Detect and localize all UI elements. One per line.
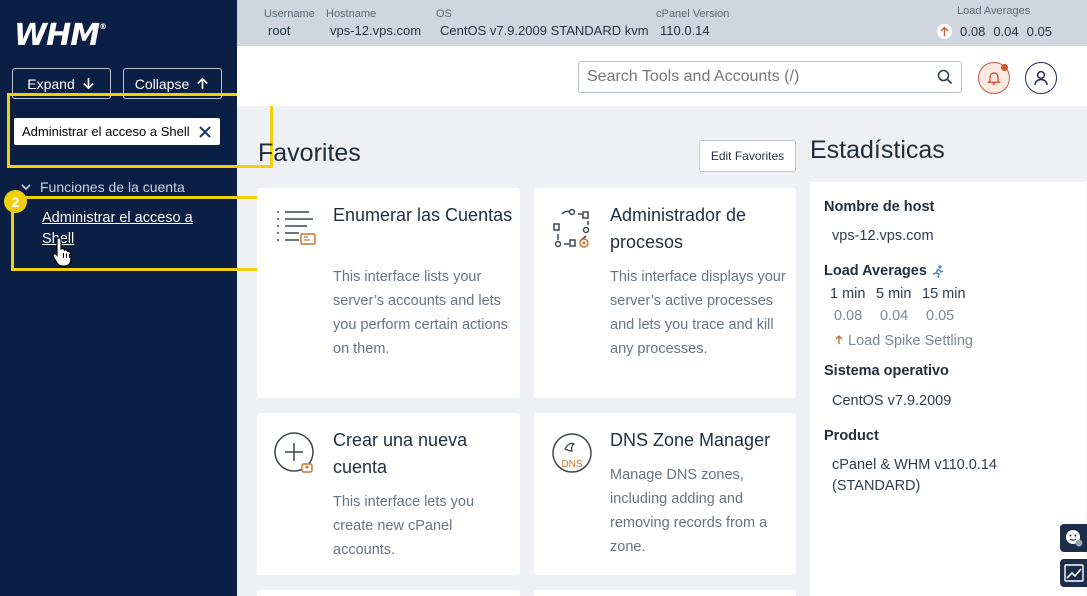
load-averages-table: 1 min 5 min 15 min 0.08 0.04 0.05 — [830, 286, 972, 324]
load-col-1min: 1 min — [830, 286, 866, 302]
notification-dot — [1001, 64, 1008, 71]
user-icon — [1034, 70, 1048, 86]
favorites-title: Favorites — [258, 139, 361, 167]
os-label: OS — [436, 8, 452, 20]
notifications-button[interactable] — [978, 62, 1010, 94]
sidebar: WHM® Expand Collapse Funciones de la cue… — [0, 0, 237, 596]
load-col-15min: 15 min — [922, 286, 966, 302]
list-accounts-icon — [277, 211, 316, 245]
stats-load-heading: Load Averages — [824, 263, 944, 279]
favorite-card-list-accounts[interactable]: Enumerar las Cuentas This interface list… — [257, 188, 520, 398]
process-manager-icon — [553, 208, 590, 248]
stats-hostname-heading: Nombre de host — [824, 199, 935, 215]
stats-hostname-value: vps-12.vps.com — [832, 228, 934, 244]
os-value: CentOS v7.9.2009 STANDARD kvm — [440, 23, 649, 38]
favorite-card-partial — [257, 590, 520, 596]
analytics-button[interactable] — [1060, 559, 1087, 587]
stats-product-heading: Product — [824, 428, 879, 444]
tools-search-input[interactable] — [587, 68, 937, 86]
server-info-bar: Username root Hostname vps-12.vps.com OS Ce… — [237, 0, 1087, 46]
stats-load-heading-label: Load Averages — [824, 263, 927, 279]
favorite-card-process-manager[interactable]: Administrador de procesos This interface… — [534, 188, 796, 398]
load-val-15min: 0.05 — [926, 308, 955, 324]
collapse-label: Collapse — [134, 75, 190, 92]
cpanel-version-label: cPanel Version — [656, 8, 730, 20]
card-title: Crear una nueva cuenta — [333, 430, 468, 477]
stats-product-value: cPanel & WHM v110.0.14 — [832, 457, 997, 473]
cpanel-version-value: 110.0.14 — [660, 23, 710, 38]
username-value: root — [268, 23, 291, 38]
load-spike-label: Load Spike Settling — [848, 333, 973, 349]
create-account-icon — [274, 432, 314, 473]
stats-os-value: CentOS v7.9.2009 — [832, 393, 952, 409]
header — [237, 46, 1087, 106]
arrow-up-icon — [197, 77, 209, 90]
card-title: Enumerar las Cuentas — [333, 205, 513, 225]
whm-logo[interactable]: WHM® — [14, 18, 107, 53]
trend-up-icon — [937, 24, 952, 39]
card-description: This interface displays your server’s ac… — [610, 269, 786, 357]
load-averages-values: 0.08 0.04 0.05 — [937, 24, 1052, 39]
highlight-search-box — [7, 93, 273, 168]
favorite-card-partial — [534, 590, 796, 596]
bell-icon — [987, 72, 1001, 85]
load-col-5min: 5 min — [876, 286, 912, 302]
card-title: Administrador de procesos — [610, 205, 747, 252]
load-val-5min: 0.04 — [880, 308, 909, 324]
load-averages-label: Load Averages — [957, 5, 1031, 17]
expand-label: Expand — [27, 75, 75, 92]
trend-chart-icon — [1063, 564, 1084, 582]
running-figure-icon — [932, 264, 944, 278]
stats-title: Estadísticas — [810, 136, 945, 164]
sidebar-group-account-functions[interactable]: Funciones de la cuenta — [20, 179, 185, 195]
stats-product-edition: (STANDARD) — [832, 478, 921, 494]
sidebar-group-label: Funciones de la cuenta — [40, 179, 185, 195]
dns-icon: DNS — [552, 433, 592, 473]
chat-assistant-button[interactable] — [1060, 524, 1087, 552]
edit-favorites-button[interactable]: Edit Favorites — [699, 140, 796, 172]
card-description: Manage DNS zones, including adding and r… — [610, 467, 768, 555]
load-15min: 0.05 — [1026, 24, 1052, 39]
stats-os-heading: Sistema operativo — [824, 363, 949, 379]
load-val-1min: 0.08 — [834, 308, 863, 324]
load-spike-status: Load Spike Settling — [834, 333, 973, 349]
step-badge: 2 — [4, 190, 27, 213]
stats-panel: Nombre de host vps-12.vps.com Load Avera… — [810, 182, 1086, 596]
smiley-chat-icon — [1065, 530, 1082, 547]
card-description: This interface lets you create new cPane… — [333, 494, 475, 558]
user-menu-button[interactable] — [1025, 62, 1057, 94]
card-description: This interface lists your server’s accou… — [333, 269, 508, 357]
arrow-up-icon — [835, 335, 843, 344]
hostname-label: Hostname — [326, 8, 377, 20]
tools-search — [578, 61, 962, 93]
dns-icon-label: DNS — [561, 459, 582, 470]
arrow-down-icon — [82, 77, 94, 90]
card-title: DNS Zone Manager — [610, 430, 771, 450]
hand-cursor-icon — [52, 237, 72, 267]
favorite-card-dns-zone-manager[interactable]: DNS DNS Zone Manager Manage DNS zones, i… — [534, 413, 796, 575]
favorite-card-create-account[interactable]: Crear una nueva cuenta This interface le… — [257, 413, 520, 575]
hostname-value: vps-12.vps.com — [330, 23, 422, 38]
load-1min: 0.08 — [960, 24, 986, 39]
load-5min: 0.04 — [993, 24, 1019, 39]
search-icon[interactable] — [937, 69, 953, 85]
username-label: Username — [264, 8, 315, 20]
